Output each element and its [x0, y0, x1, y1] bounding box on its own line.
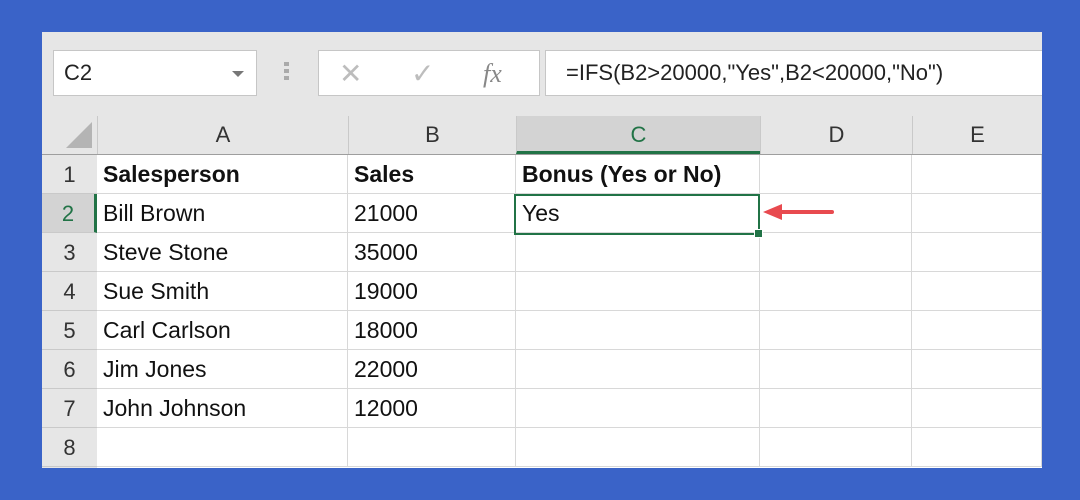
cell-d8[interactable]: [760, 428, 912, 467]
row-header-8[interactable]: 8: [42, 428, 97, 467]
column-header-c[interactable]: C: [516, 116, 760, 154]
selected-cell-border: [514, 194, 763, 238]
cell-b8[interactable]: [348, 428, 516, 467]
name-box[interactable]: C2: [53, 50, 257, 96]
row-header-4[interactable]: 4: [42, 272, 97, 311]
cell-c7[interactable]: [516, 389, 760, 428]
cell-a2[interactable]: Bill Brown: [97, 194, 348, 233]
cells-area: 12000 John Johnson 22000 Jim Jones 18000 Carl…: [97, 155, 1042, 468]
cell-e1[interactable]: [912, 155, 1042, 194]
cell-e5[interactable]: [912, 311, 1042, 350]
cell-b6[interactable]: 22000: [348, 350, 516, 389]
row-header-3[interactable]: 3: [42, 233, 97, 272]
cell-e6[interactable]: [912, 350, 1042, 389]
cell-d7[interactable]: [760, 389, 912, 428]
cell-a3[interactable]: Steve Stone: [97, 233, 348, 272]
cell-c4[interactable]: [516, 272, 760, 311]
cell-b7[interactable]: 12000: [348, 389, 516, 428]
chevron-down-icon[interactable]: [232, 71, 244, 77]
spreadsheet-window: C2 ✕ ✓ fx =IFS(B2>20000,"Yes",B2<20000,"…: [42, 32, 1042, 468]
column-header-d[interactable]: D: [760, 116, 912, 154]
formula-value: =IFS(B2>20000,"Yes",B2<20000,"No"): [566, 60, 944, 85]
cell-a6[interactable]: Jim Jones: [97, 350, 348, 389]
cell-d3[interactable]: [760, 233, 912, 272]
cell-a1[interactable]: Salesperson: [97, 155, 348, 194]
cell-d5[interactable]: [760, 311, 912, 350]
column-header-a[interactable]: A: [97, 116, 348, 154]
insert-function-icon[interactable]: fx: [483, 59, 502, 89]
column-header-b[interactable]: B: [348, 116, 516, 154]
close-icon[interactable]: ✕: [339, 57, 362, 90]
annotation-arrow: [763, 204, 834, 220]
cell-d6[interactable]: [760, 350, 912, 389]
cell-e4[interactable]: [912, 272, 1042, 311]
name-box-value: C2: [64, 60, 93, 85]
cell-b3[interactable]: 35000: [348, 233, 516, 272]
grip-icon[interactable]: [284, 62, 289, 84]
cell-e8[interactable]: [912, 428, 1042, 467]
column-headers: A B C D E: [42, 116, 1042, 155]
cell-b2[interactable]: 21000: [348, 194, 516, 233]
cell-d1[interactable]: [760, 155, 912, 194]
cell-c8[interactable]: [516, 428, 760, 467]
cell-c6[interactable]: [516, 350, 760, 389]
cell-d4[interactable]: [760, 272, 912, 311]
cell-a8[interactable]: [97, 428, 348, 467]
cell-b1[interactable]: Sales: [348, 155, 516, 194]
cell-a7[interactable]: John Johnson: [97, 389, 348, 428]
row-header-7[interactable]: 7: [42, 389, 97, 428]
cell-a4[interactable]: Sue Smith: [97, 272, 348, 311]
cell-c3[interactable]: [516, 233, 760, 272]
cell-c5[interactable]: [516, 311, 760, 350]
formula-buttons: ✕ ✓ fx: [318, 50, 540, 96]
row-header-6[interactable]: 6: [42, 350, 97, 389]
cell-b5[interactable]: 18000: [348, 311, 516, 350]
row-header-1[interactable]: 1: [42, 155, 97, 194]
row-header-2[interactable]: 2: [42, 194, 97, 233]
check-icon[interactable]: ✓: [411, 57, 434, 90]
cell-e2[interactable]: [912, 194, 1042, 233]
row-header-5[interactable]: 5: [42, 311, 97, 350]
column-header-e[interactable]: E: [912, 116, 1042, 154]
cell-c1[interactable]: Bonus (Yes or No): [516, 155, 760, 194]
fill-handle[interactable]: [754, 229, 763, 238]
select-all-button[interactable]: [42, 116, 97, 154]
cell-b4[interactable]: 19000: [348, 272, 516, 311]
formula-bar[interactable]: =IFS(B2>20000,"Yes",B2<20000,"No"): [545, 50, 1042, 96]
cell-e3[interactable]: [912, 233, 1042, 272]
cell-a5[interactable]: Carl Carlson: [97, 311, 348, 350]
cell-e7[interactable]: [912, 389, 1042, 428]
